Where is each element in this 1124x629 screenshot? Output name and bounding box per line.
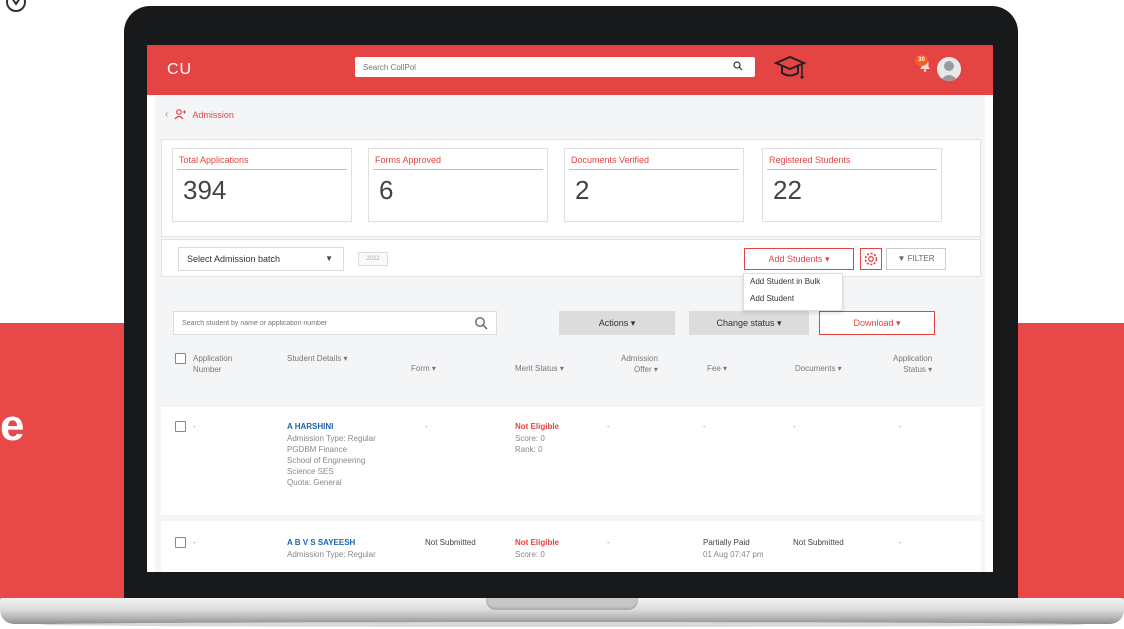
admission-user-icon: [174, 109, 187, 120]
cell-application-status: -: [899, 538, 902, 547]
row-checkbox[interactable]: [175, 537, 186, 548]
stat-divider: [569, 169, 739, 170]
student-search[interactable]: [173, 311, 497, 335]
back-chevron-icon[interactable]: ‹: [165, 109, 168, 120]
student-search-input[interactable]: [174, 312, 464, 335]
change-status-button[interactable]: Change status ▾: [689, 311, 809, 335]
top-bar: CU 30: [147, 45, 993, 95]
cell-application-number: -: [193, 422, 196, 431]
cell-fee-detail: 01 Aug 07:47 pm: [703, 550, 764, 559]
download-button[interactable]: Download ▾: [819, 311, 935, 335]
stat-value: 6: [379, 175, 394, 205]
search-icon[interactable]: [733, 61, 743, 71]
graduation-cap-icon[interactable]: [773, 53, 807, 83]
app-title[interactable]: CU: [167, 61, 192, 79]
cell-application-status: -: [899, 422, 902, 431]
table-row[interactable]: - A HARSHINI Admission Type: Regular PGD…: [161, 407, 981, 515]
cell-documents: Not Submitted: [793, 538, 844, 547]
laptop-notch: [486, 598, 638, 610]
actions-button[interactable]: Actions ▾: [559, 311, 675, 335]
cell-merit-status: Not Eligible: [515, 538, 559, 547]
stat-card-documents-verified[interactable]: Documents Verified 2: [564, 148, 744, 222]
column-application-status[interactable]: Application Status ▾: [893, 353, 932, 375]
column-documents[interactable]: Documents ▾: [795, 363, 842, 374]
stat-label: Documents Verified: [571, 155, 650, 165]
admission-content: ‹ Admission Total Applications 394 Forms: [155, 95, 985, 572]
column-fee[interactable]: Fee ▾: [707, 363, 727, 374]
user-avatar-icon: [937, 57, 961, 81]
stats-panel: Total Applications 394 Forms Approved 6 …: [161, 139, 981, 237]
global-search-input[interactable]: [355, 57, 725, 78]
filter-button[interactable]: ▼ FILTER: [886, 248, 946, 270]
laptop-shadow: [40, 622, 1084, 627]
cell-merit-status: Not Eligible: [515, 422, 559, 431]
breadcrumb-label[interactable]: Admission: [192, 110, 234, 120]
select-all-checkbox[interactable]: [175, 353, 186, 364]
row-checkbox[interactable]: [175, 421, 186, 432]
side-headline-fragment: e: [0, 401, 25, 450]
column-form[interactable]: Form ▾: [411, 363, 436, 374]
settings-button[interactable]: [860, 248, 882, 270]
user-avatar[interactable]: [937, 57, 961, 81]
table-row[interactable]: - A B V S SAYEESH Admission Type: Regula…: [161, 521, 981, 572]
cell-merit-detail: Score: 0: [515, 550, 545, 559]
cell-student-name[interactable]: A B V S SAYEESH: [287, 537, 355, 548]
column-admission-offer[interactable]: Admission Offer ▾: [621, 353, 658, 375]
caret-down-icon: ▼: [325, 254, 333, 263]
search-icon[interactable]: [474, 316, 488, 330]
cell-admission-offer: -: [607, 422, 610, 431]
stat-label: Total Applications: [179, 155, 249, 165]
cell-admission-offer: -: [607, 538, 610, 547]
admission-batch-label: Select Admission batch: [187, 254, 281, 264]
cell-student-details: Admission Type: Regular: [287, 550, 376, 559]
stat-divider: [177, 169, 347, 170]
column-merit-status[interactable]: Merit Status ▾: [515, 363, 564, 374]
table-header: Application Number Student Details ▾ For…: [161, 345, 981, 403]
stat-value: 394: [183, 175, 227, 205]
cell-application-number: -: [193, 538, 196, 547]
gear-icon: [864, 252, 878, 266]
menu-item-add-student[interactable]: Add Student: [744, 291, 842, 308]
cell-student-details: Admission Type: Regular PGDBM Finance Sc…: [287, 434, 376, 487]
stat-label: Forms Approved: [375, 155, 442, 165]
stat-label: Registered Students: [769, 155, 851, 165]
stat-divider: [373, 169, 543, 170]
app-screen: CU 30: [147, 45, 993, 572]
stat-card-forms-approved[interactable]: Forms Approved 6: [368, 148, 548, 222]
stat-value: 22: [773, 175, 802, 205]
breadcrumb: ‹ Admission: [165, 109, 234, 120]
stat-divider: [767, 169, 937, 170]
cell-fee: Partially Paid: [703, 538, 750, 547]
cell-form: -: [425, 422, 428, 431]
cell-merit-detail: Score: 0 Rank: 0: [515, 434, 545, 454]
cell-fee: -: [703, 422, 706, 431]
cell-documents: -: [793, 422, 796, 431]
column-application-number[interactable]: Application Number: [193, 353, 232, 375]
column-student-details[interactable]: Student Details ▾: [287, 353, 348, 364]
stat-card-total-applications[interactable]: Total Applications 394: [172, 148, 352, 222]
batch-year-chip[interactable]: 2022: [358, 252, 388, 266]
batch-toolbar: Select Admission batch ▼ 2022 Add Studen…: [161, 239, 981, 277]
menu-item-add-in-bulk[interactable]: Add Student in Bulk: [744, 274, 842, 291]
brand-logo-icon: [2, 0, 28, 16]
admission-batch-select[interactable]: Select Admission batch ▼: [178, 247, 344, 271]
stat-card-registered-students[interactable]: Registered Students 22: [762, 148, 942, 222]
student-tools-bar: Actions ▾ Change status ▾ Download ▾: [161, 303, 981, 343]
notification-count-badge: 30: [915, 55, 928, 66]
promo-stage: { "app": { "title": "CU" }, "header": { …: [0, 0, 1124, 629]
add-students-button[interactable]: Add Students ▾: [744, 248, 854, 270]
cell-form: Not Submitted: [425, 538, 476, 547]
global-search[interactable]: [355, 57, 755, 78]
cell-student-name[interactable]: A HARSHINI: [287, 421, 333, 432]
stat-value: 2: [575, 175, 590, 205]
add-students-menu: Add Student in Bulk Add Student: [743, 273, 843, 311]
